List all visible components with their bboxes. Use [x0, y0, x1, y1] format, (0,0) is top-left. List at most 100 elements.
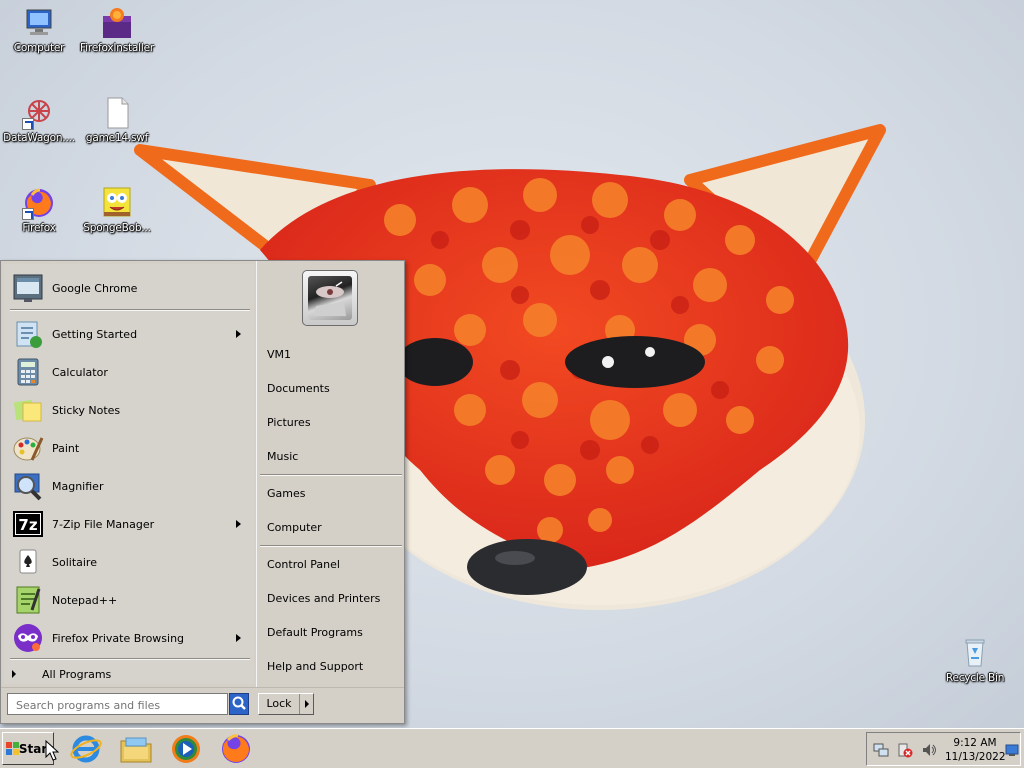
divider	[10, 309, 250, 311]
places-item-games[interactable]: Games	[267, 487, 305, 500]
program-label: 7-Zip File Manager	[52, 517, 155, 531]
desktop-icon-computer[interactable]: Computer	[0, 6, 78, 54]
shortcut-arrow-icon	[22, 208, 34, 220]
program-firefox-private-browsing[interactable]: Firefox Private Browsing	[9, 620, 251, 656]
program-label: Sticky Notes	[52, 403, 121, 417]
start-menu-programs-pane: Google Chrome Getting Started Calculator…	[4, 264, 254, 684]
desktop-icon-firefox[interactable]: Firefox	[0, 186, 78, 234]
places-item-music[interactable]: Music	[267, 450, 298, 463]
places-item-help-and-support[interactable]: Help and Support	[267, 660, 363, 673]
calculator-icon	[12, 356, 44, 388]
firefox-icon	[22, 186, 56, 220]
program-label: Notepad++	[52, 593, 118, 607]
submenu-arrow-icon	[236, 520, 241, 528]
firefox-private-icon	[12, 622, 44, 654]
places-item-documents[interactable]: Documents	[267, 382, 330, 395]
file-explorer-icon[interactable]	[119, 732, 153, 766]
desktop-icon-spongebob[interactable]: SpongeBob...	[78, 186, 156, 234]
system-tray: 9:12 AM 11/13/2022	[866, 732, 1021, 766]
places-item-pictures[interactable]: Pictures	[267, 416, 311, 429]
action-center-icon[interactable]	[897, 742, 913, 758]
places-item-default-programs[interactable]: Default Programs	[267, 626, 363, 639]
start-menu: Google Chrome Getting Started Calculator…	[0, 260, 405, 724]
program-label: Firefox Private Browsing	[52, 631, 185, 645]
places-item-devices-and-printers[interactable]: Devices and Printers	[267, 592, 380, 605]
volume-icon[interactable]	[921, 742, 937, 758]
computer-icon	[22, 6, 56, 40]
search-button[interactable]	[229, 693, 249, 715]
submenu-arrow-icon	[236, 634, 241, 642]
submenu-arrow-icon	[236, 330, 241, 338]
chrome-icon	[12, 272, 44, 304]
user-avatar-image	[308, 276, 352, 320]
divider	[260, 545, 402, 547]
program-notepad-plus-plus[interactable]: Notepad++	[9, 582, 251, 618]
divider	[260, 474, 402, 476]
desktop-icon-label: FirefoxInstaller	[80, 42, 154, 54]
seven-zip-icon: 7z	[12, 508, 44, 540]
program-getting-started[interactable]: Getting Started	[9, 316, 251, 352]
firefox-icon[interactable]	[219, 732, 253, 766]
desktop-icon-label: Computer	[13, 42, 65, 54]
show-desktop-icon[interactable]	[1005, 742, 1019, 758]
getting-started-icon	[12, 318, 44, 350]
places-item-control-panel[interactable]: Control Panel	[267, 558, 340, 571]
all-programs-button[interactable]: All Programs	[12, 664, 111, 684]
desktop-icon-label: SpongeBob...	[83, 222, 151, 234]
mouse-cursor-icon	[45, 740, 59, 761]
clock-time: 9:12 AM	[953, 737, 997, 749]
file-icon	[100, 96, 134, 130]
desktop-icon-label: DataWagon....	[3, 132, 75, 144]
datawagon-icon	[22, 96, 56, 130]
program-paint[interactable]: Paint	[9, 430, 251, 466]
lock-button-label: Lock	[259, 694, 300, 714]
solitaire-icon	[12, 546, 44, 578]
internet-explorer-icon[interactable]	[69, 732, 103, 766]
paint-icon	[12, 432, 44, 464]
taskbar: Start 9:12 AM 11/13/2022	[0, 728, 1024, 768]
desktop-icon-label: Firefox	[22, 222, 56, 234]
search-input[interactable]	[7, 693, 228, 715]
desktop-icon-label: Recycle Bin	[945, 672, 1005, 684]
program-sticky-notes[interactable]: Sticky Notes	[9, 392, 251, 428]
desktop-icon-game-file[interactable]: game14.swf	[78, 96, 156, 144]
clock[interactable]: 9:12 AM 11/13/2022	[945, 736, 1006, 764]
windows-logo-icon	[6, 741, 19, 756]
places-item-user[interactable]: VM1	[267, 348, 291, 361]
program-label: Solitaire	[52, 555, 97, 569]
desktop-icon-recycle-bin[interactable]: Recycle Bin	[936, 636, 1014, 684]
media-player-icon[interactable]	[169, 732, 203, 766]
program-label: Getting Started	[52, 327, 138, 341]
desktop-icon-firefox-installer[interactable]: FirefoxInstaller	[78, 6, 156, 54]
desktop-icon-datawagon[interactable]: DataWagon....	[0, 96, 78, 144]
recycle-bin-icon	[958, 636, 992, 670]
program-magnifier[interactable]: Magnifier	[9, 468, 251, 504]
lock-button[interactable]: Lock	[258, 693, 314, 715]
program-label: Magnifier	[52, 479, 104, 493]
shortcut-arrow-icon	[22, 118, 34, 130]
program-label: Paint	[52, 441, 80, 455]
magnifier-icon	[12, 470, 44, 502]
program-label: Google Chrome	[52, 281, 138, 295]
sticky-notes-icon	[12, 394, 44, 426]
start-menu-bottom-bar: Lock	[1, 687, 404, 723]
all-programs-label: All Programs	[42, 667, 112, 681]
expand-arrow-icon	[12, 670, 16, 678]
program-7-zip[interactable]: 7z 7-Zip File Manager	[9, 506, 251, 542]
clock-date: 11/13/2022	[945, 751, 1006, 763]
program-label: Calculator	[52, 365, 108, 379]
installer-box-icon	[100, 6, 134, 40]
shutdown-options-arrow-icon[interactable]	[300, 694, 313, 714]
search-icon	[232, 696, 246, 710]
program-calculator[interactable]: Calculator	[9, 354, 251, 390]
network-icon[interactable]	[873, 742, 889, 758]
notepad-plus-plus-icon	[12, 584, 44, 616]
divider	[10, 658, 250, 660]
desktop-icon-label: game14.swf	[85, 132, 149, 144]
program-solitaire[interactable]: Solitaire	[9, 544, 251, 580]
user-picture[interactable]	[302, 270, 358, 326]
places-item-computer[interactable]: Computer	[267, 521, 322, 534]
svg-text:7z: 7z	[18, 516, 37, 534]
pinned-program-google-chrome[interactable]: Google Chrome	[9, 270, 251, 306]
spongebob-icon	[100, 186, 134, 220]
